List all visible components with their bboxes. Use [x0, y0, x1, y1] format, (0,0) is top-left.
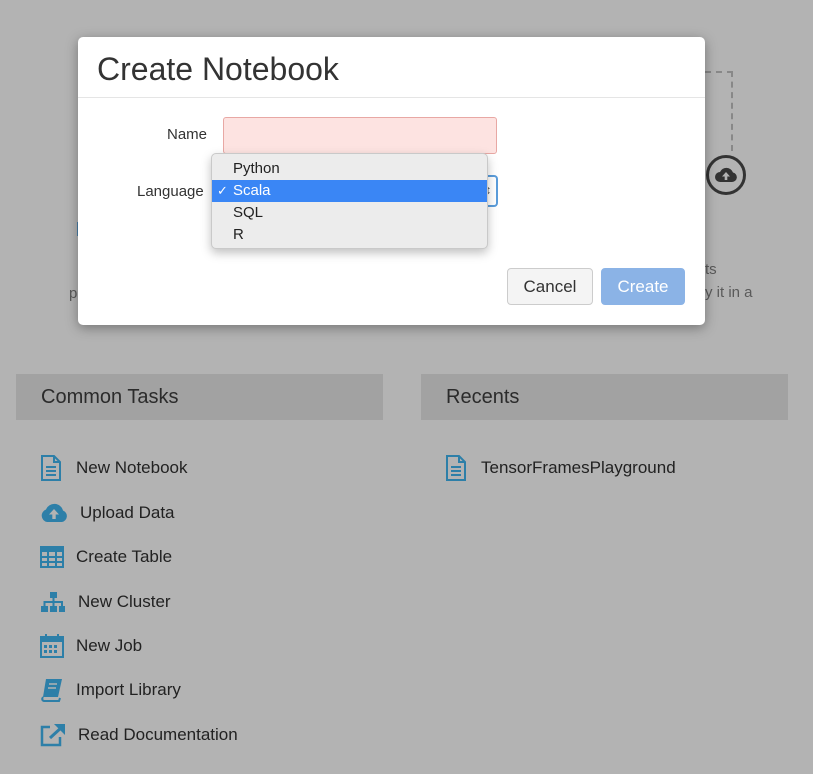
cluster-icon: [40, 589, 70, 615]
book-icon: [40, 677, 68, 703]
cloud-upload-icon: [40, 500, 72, 526]
notebook-icon: [445, 455, 473, 481]
checkmark-icon: ✓: [217, 183, 228, 198]
common-tasks-header: Common Tasks: [16, 374, 383, 420]
task-label[interactable]: New Job: [76, 636, 142, 656]
table-icon: [40, 544, 68, 570]
option-label: SQL: [233, 204, 264, 221]
recent-item[interactable]: TensorFramesPlayground: [445, 455, 676, 481]
dialog-title: Create Notebook: [97, 51, 339, 87]
task-label[interactable]: Upload Data: [80, 503, 175, 523]
language-option-sql[interactable]: SQL: [212, 202, 487, 224]
name-input[interactable]: [223, 117, 497, 154]
dialog-divider: [78, 97, 705, 98]
create-button[interactable]: Create: [601, 268, 685, 305]
background-text-fragment: y it in a: [705, 284, 753, 301]
task-label[interactable]: Read Documentation: [78, 725, 238, 745]
task-new-cluster[interactable]: New Cluster: [40, 589, 171, 615]
language-label: Language: [137, 183, 204, 200]
cancel-button[interactable]: Cancel: [507, 268, 593, 305]
option-label: R: [233, 226, 244, 243]
notebook-icon: [40, 455, 68, 481]
language-option-python[interactable]: Python: [212, 158, 487, 180]
task-label[interactable]: Import Library: [76, 680, 181, 700]
external-link-icon: [40, 722, 70, 748]
option-label: Scala: [233, 182, 271, 199]
task-new-job[interactable]: New Job: [40, 633, 142, 659]
task-label[interactable]: Create Table: [76, 547, 172, 567]
dashed-connector-vertical: [731, 71, 733, 151]
task-new-notebook[interactable]: New Notebook: [40, 455, 188, 481]
task-import-library[interactable]: Import Library: [40, 677, 181, 703]
language-option-scala[interactable]: ✓ Scala: [212, 180, 487, 202]
recent-item-label[interactable]: TensorFramesPlayground: [481, 458, 676, 478]
calendar-icon: [40, 633, 68, 659]
background-text-fragment: ts: [705, 261, 717, 278]
task-upload-data[interactable]: Upload Data: [40, 500, 175, 526]
name-label: Name: [167, 126, 208, 143]
cloud-upload-icon[interactable]: [706, 155, 746, 195]
task-label[interactable]: New Notebook: [76, 458, 188, 478]
language-option-r[interactable]: R: [212, 224, 487, 246]
task-read-documentation[interactable]: Read Documentation: [40, 722, 238, 748]
option-label: Python: [233, 160, 280, 177]
dashed-connector: [705, 71, 733, 73]
background-text-fragment: p: [69, 285, 78, 302]
recents-header: Recents: [421, 374, 788, 420]
task-create-table[interactable]: Create Table: [40, 544, 172, 570]
language-dropdown[interactable]: Python ✓ Scala SQL R: [211, 153, 488, 249]
task-label[interactable]: New Cluster: [78, 592, 171, 612]
